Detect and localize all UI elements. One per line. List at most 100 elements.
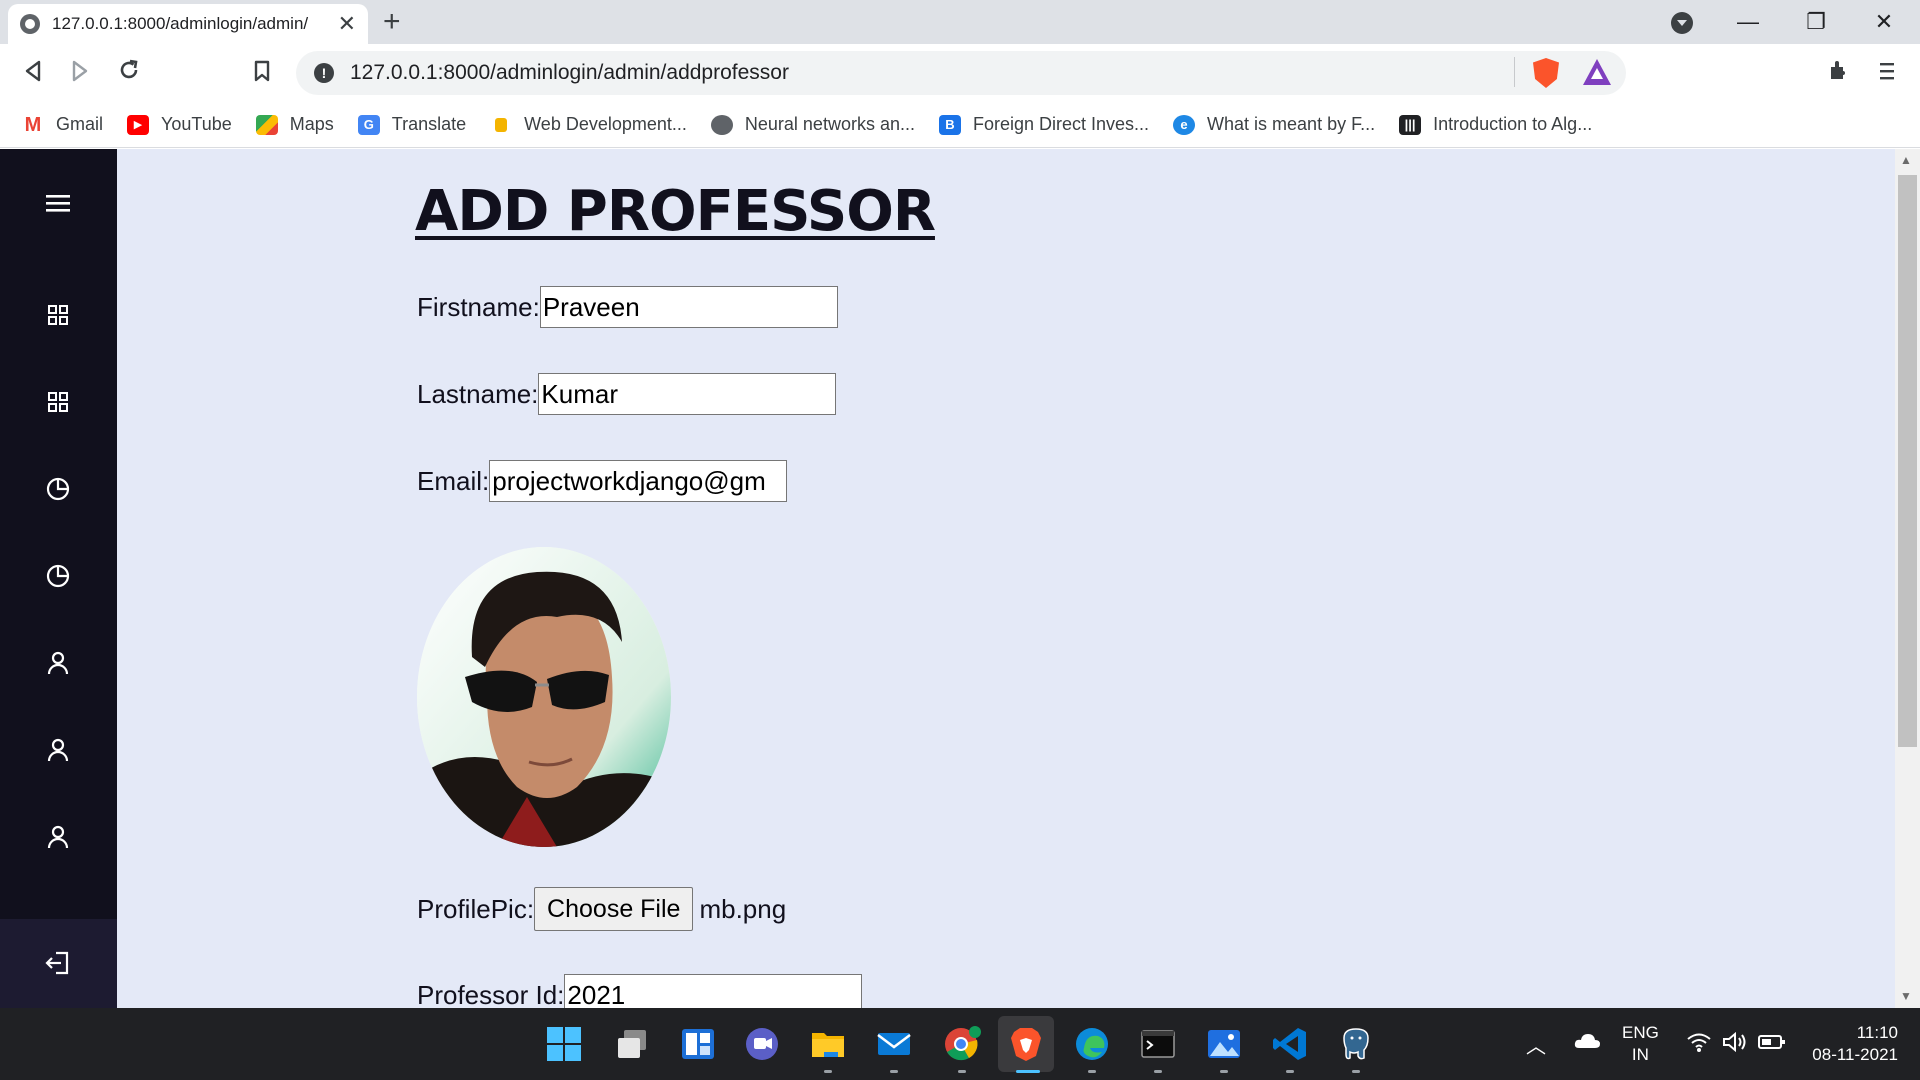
bookmark-youtube[interactable]: ▶ YouTube xyxy=(127,114,232,135)
pie-chart-icon[interactable] xyxy=(40,471,76,507)
browser-tab[interactable]: 127.0.0.1:8000/adminlogin/admin/ ✕ xyxy=(8,4,368,44)
window-close-icon[interactable]: ✕ xyxy=(1864,6,1904,38)
mail-icon[interactable] xyxy=(876,1026,912,1062)
bookmark-introduction-algorithms[interactable]: ||| Introduction to Alg... xyxy=(1399,114,1592,135)
extensions-icon[interactable] xyxy=(1822,56,1856,90)
chrome-icon[interactable] xyxy=(943,1026,981,1062)
running-indicator xyxy=(958,1070,966,1073)
clock-time: 11:10 xyxy=(1856,1023,1898,1042)
show-hidden-icons-icon[interactable]: ︿ xyxy=(1526,1030,1546,1059)
bookmark-label: Web Development... xyxy=(524,114,687,134)
tab-close-icon[interactable]: ✕ xyxy=(338,11,356,37)
profile-picture xyxy=(417,547,671,847)
address-url: 127.0.0.1:8000/adminlogin/admin/addprofe… xyxy=(350,61,789,84)
webdev-icon xyxy=(495,117,508,132)
lastname-input[interactable] xyxy=(538,373,837,415)
back-icon[interactable] xyxy=(16,56,50,90)
pie-chart-icon[interactable] xyxy=(40,558,76,594)
user-icon[interactable] xyxy=(40,645,76,681)
scroll-down-icon[interactable]: ▼ xyxy=(1900,989,1912,1003)
site-info-icon[interactable]: ! xyxy=(314,63,334,83)
bookmark-label: Foreign Direct Inves... xyxy=(972,114,1150,134)
onedrive-cloud-icon[interactable] xyxy=(1573,1030,1601,1055)
taskbar: ︿ ENG IN 11:10 08-11-2021 xyxy=(0,1008,1920,1080)
logout-icon[interactable] xyxy=(40,945,76,981)
omnibox-divider xyxy=(1514,57,1515,87)
input-language[interactable]: ENG IN xyxy=(1622,1022,1659,1066)
address-bar[interactable]: ! 127.0.0.1:8000/adminlogin/admin/addpro… xyxy=(296,51,1626,95)
task-view-icon[interactable] xyxy=(614,1026,650,1062)
lastname-label: Lastname: xyxy=(417,378,539,409)
user-icon[interactable] xyxy=(40,819,76,855)
clock[interactable]: 11:10 08-11-2021 xyxy=(1802,1022,1898,1066)
reload-icon[interactable] xyxy=(112,56,146,90)
language-code: ENG xyxy=(1622,1023,1659,1042)
bars-icon: ||| xyxy=(1399,114,1422,135)
bookmark-icon[interactable] xyxy=(245,56,279,90)
minimize-icon[interactable]: — xyxy=(1728,6,1768,38)
forward-icon[interactable] xyxy=(63,56,97,90)
maps-icon xyxy=(255,114,278,135)
profilepic-row: ProfilePic: Choose File mb.png xyxy=(417,887,786,931)
terminal-icon[interactable] xyxy=(1140,1026,1176,1062)
professor-id-row: Professor Id: xyxy=(417,974,863,1009)
bookmark-translate[interactable]: G Translate xyxy=(357,114,467,135)
selected-file-name: mb.png xyxy=(699,893,787,924)
bookmark-label: Introduction to Alg... xyxy=(1433,114,1593,134)
new-tab-icon[interactable]: + xyxy=(383,6,401,38)
professor-id-label: Professor Id: xyxy=(417,979,565,1009)
tab-strip: 127.0.0.1:8000/adminlogin/admin/ ✕ + — ❐… xyxy=(0,0,1920,44)
grid-icon[interactable] xyxy=(40,297,76,333)
email-label: Email: xyxy=(417,465,490,496)
tab-search-icon[interactable] xyxy=(1671,12,1693,34)
page-viewport: ADD PROFESSOR Firstname: Lastname: Email… xyxy=(0,149,1920,1008)
widgets-icon[interactable] xyxy=(680,1026,716,1062)
scrollbar-thumb[interactable] xyxy=(1898,175,1917,747)
menu-icon[interactable] xyxy=(40,185,76,221)
email-input[interactable] xyxy=(489,460,788,502)
region-code: IN xyxy=(1631,1045,1649,1064)
windows-start-icon[interactable] xyxy=(546,1026,582,1062)
grid-icon[interactable] xyxy=(40,384,76,420)
photos-icon[interactable] xyxy=(1206,1026,1242,1062)
b-icon: B xyxy=(938,114,961,135)
bookmark-web-development[interactable]: Web Development... xyxy=(490,114,687,135)
brave-browser-icon[interactable] xyxy=(1008,1026,1044,1062)
teams-chat-icon[interactable] xyxy=(744,1026,780,1062)
sidebar xyxy=(0,149,117,1008)
running-indicator xyxy=(1286,1070,1294,1073)
volume-icon[interactable] xyxy=(1722,1031,1748,1057)
e-icon: e xyxy=(1173,114,1196,135)
battery-icon[interactable] xyxy=(1758,1034,1786,1055)
menu-icon[interactable] xyxy=(1870,56,1904,90)
professor-id-input[interactable] xyxy=(564,974,863,1008)
bookmarks-bar: M Gmail ▶ YouTube Maps G Translate Web D… xyxy=(0,102,1920,148)
firstname-input[interactable] xyxy=(539,286,838,328)
bookmark-label: YouTube xyxy=(161,114,232,134)
site-globe-icon xyxy=(20,14,40,34)
edge-icon[interactable] xyxy=(1074,1026,1110,1062)
browser-toolbar: ! 127.0.0.1:8000/adminlogin/admin/addpro… xyxy=(0,44,1920,102)
bookmark-gmail[interactable]: M Gmail xyxy=(22,114,103,135)
running-indicator xyxy=(1154,1070,1162,1073)
bookmark-label: Translate xyxy=(391,114,467,134)
user-icon[interactable] xyxy=(40,732,76,768)
email-row: Email: xyxy=(417,460,788,502)
postgresql-icon[interactable] xyxy=(1338,1026,1374,1062)
file-explorer-icon[interactable] xyxy=(810,1026,846,1062)
vscode-icon[interactable] xyxy=(1272,1026,1308,1062)
restore-icon[interactable]: ❐ xyxy=(1796,6,1836,38)
choose-file-button[interactable]: Choose File xyxy=(534,887,694,931)
brave-rewards-icon[interactable] xyxy=(1583,59,1611,85)
page-title: ADD PROFESSOR xyxy=(415,179,936,244)
youtube-icon: ▶ xyxy=(127,114,150,135)
bookmark-maps[interactable]: Maps xyxy=(255,114,334,135)
wifi-icon[interactable] xyxy=(1686,1032,1712,1057)
running-indicator xyxy=(890,1070,898,1073)
bookmark-label: Neural networks an... xyxy=(744,114,915,134)
scroll-up-icon[interactable]: ▲ xyxy=(1900,153,1912,167)
bookmark-foreign-direct[interactable]: B Foreign Direct Inves... xyxy=(938,114,1150,135)
globe-icon xyxy=(710,114,733,135)
bookmark-neural-networks[interactable]: Neural networks an... xyxy=(710,114,915,135)
bookmark-what-is-meant[interactable]: e What is meant by F... xyxy=(1173,114,1375,135)
